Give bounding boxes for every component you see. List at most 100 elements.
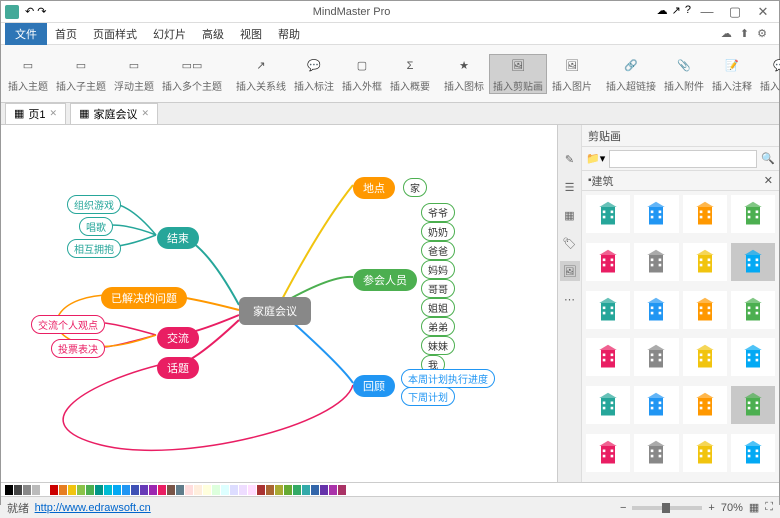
color-swatch[interactable] [293,485,301,495]
ribbon-插入外框[interactable]: ▢插入外框 [339,55,385,93]
close-icon[interactable]: ✕ [141,108,149,119]
color-swatch[interactable] [95,485,103,495]
menu-help[interactable]: 帮助 [270,23,308,45]
node-attendee[interactable]: 奶奶 [421,222,455,241]
node-review[interactable]: 回顾 [353,375,395,397]
node-attendee[interactable]: 弟弟 [421,317,455,336]
redo-icon[interactable]: ↷ [37,5,46,18]
node-attendee[interactable]: 妹妹 [421,336,455,355]
settings-icon[interactable]: ⚙ [757,27,767,40]
undo-icon[interactable]: ↶ [25,5,34,18]
clipart-building[interactable] [683,338,727,376]
color-swatch[interactable] [113,485,121,495]
menu-view[interactable]: 视图 [232,23,270,45]
color-swatch[interactable] [176,485,184,495]
node-comm-2[interactable]: 投票表决 [51,339,105,358]
node-attendee[interactable]: 爸爸 [421,241,455,260]
color-swatch[interactable] [140,485,148,495]
clipart-building[interactable] [634,243,678,281]
clipart-building[interactable] [683,434,727,472]
ribbon-插入子主题[interactable]: ▭插入子主题 [53,55,109,93]
node-end[interactable]: 结束 [157,227,199,249]
node-topic[interactable]: 话题 [157,357,199,379]
color-swatch[interactable] [77,485,85,495]
tab-page1[interactable]: ▦页1✕ [5,103,66,125]
clipart-building[interactable] [731,338,775,376]
status-url[interactable]: http://www.edrawsoft.cn [35,502,151,514]
color-swatch[interactable] [104,485,112,495]
clipart-building[interactable] [731,243,775,281]
node-location[interactable]: 地点 [353,177,395,199]
node-end-2[interactable]: 唱歌 [79,217,113,236]
node-end-1[interactable]: 组织游戏 [67,195,121,214]
node-attendee[interactable]: 妈妈 [421,260,455,279]
color-swatch[interactable] [338,485,346,495]
ribbon-插入概要[interactable]: Σ插入概要 [387,55,433,93]
color-swatch[interactable] [5,485,13,495]
zoom-out-button[interactable]: − [620,502,626,514]
color-swatch[interactable] [185,485,193,495]
color-swatch[interactable] [50,485,58,495]
color-swatch[interactable] [311,485,319,495]
clipart-building[interactable] [731,291,775,329]
node-center[interactable]: 家庭会议 [239,297,311,325]
color-swatch[interactable] [275,485,283,495]
ribbon-浮动主题[interactable]: ▭浮动主题 [111,55,157,93]
color-swatch[interactable] [149,485,157,495]
clipart-building[interactable] [634,386,678,424]
zoom-slider[interactable] [632,506,702,510]
share-icon[interactable]: ↗ [672,4,681,20]
color-swatch[interactable] [221,485,229,495]
sidetab-list-icon[interactable]: ☰ [560,177,580,197]
clipart-building[interactable] [586,195,630,233]
ribbon-插入注释[interactable]: 📝插入注释 [709,55,755,93]
menu-page-style[interactable]: 页面样式 [85,23,145,45]
node-comm-1[interactable]: 交流个人观点 [31,315,105,334]
ribbon-插入主题[interactable]: ▭插入主题 [5,55,51,93]
menu-advanced[interactable]: 高级 [194,23,232,45]
close-icon[interactable]: ✕ [50,108,58,119]
menu-slideshow[interactable]: 幻灯片 [145,23,194,45]
color-swatch[interactable] [41,485,49,495]
search-icon[interactable]: 🔍 [761,152,775,165]
canvas[interactable]: 家庭会议 地点 家 参会人员 爷爷奶奶爸爸妈妈哥哥姐姐弟弟妹妹我 回顾 本周计划… [1,125,557,482]
ribbon-插入图标[interactable]: ★插入图标 [441,55,487,93]
close-button[interactable]: ✕ [751,4,775,20]
node-home[interactable]: 家 [403,178,427,197]
clipart-building[interactable] [634,338,678,376]
color-swatch[interactable] [203,485,211,495]
tab-family-meeting[interactable]: ▦家庭会议✕ [70,103,158,125]
color-swatch[interactable] [320,485,328,495]
ribbon-插入图片[interactable]: 🖼插入图片 [549,55,595,93]
clipart-building[interactable] [586,291,630,329]
color-swatch[interactable] [167,485,175,495]
clipart-building[interactable] [586,243,630,281]
sidetab-tag-icon[interactable]: 🏷 [560,233,580,253]
clipart-building[interactable] [683,195,727,233]
color-swatch[interactable] [194,485,202,495]
color-swatch[interactable] [23,485,31,495]
ribbon-插入超链接[interactable]: 🔗插入超链接 [603,55,659,93]
sidetab-grid-icon[interactable]: ▦ [560,205,580,225]
ribbon-插入附件[interactable]: 📎插入附件 [661,55,707,93]
color-swatch[interactable] [329,485,337,495]
cloud-icon[interactable]: ☁ [657,4,668,20]
node-attendees[interactable]: 参会人员 [353,269,417,291]
color-swatch[interactable] [230,485,238,495]
ribbon-插入多个主题[interactable]: ▭▭插入多个主题 [159,55,225,93]
color-swatch[interactable] [158,485,166,495]
folder-icon[interactable]: 📁▾ [586,152,605,165]
color-swatch[interactable] [302,485,310,495]
maximize-button[interactable]: ▢ [723,4,747,20]
clipart-building[interactable] [731,195,775,233]
clipart-building[interactable] [731,434,775,472]
color-swatch[interactable] [284,485,292,495]
color-swatch[interactable] [131,485,139,495]
clipart-building[interactable] [683,243,727,281]
clipart-building[interactable] [634,195,678,233]
help-icon[interactable]: ? [685,4,691,20]
color-swatch[interactable] [266,485,274,495]
ribbon-插入关系线[interactable]: ↗插入关系线 [233,55,289,93]
node-review-2[interactable]: 下周计划 [401,387,455,406]
color-swatch[interactable] [257,485,265,495]
